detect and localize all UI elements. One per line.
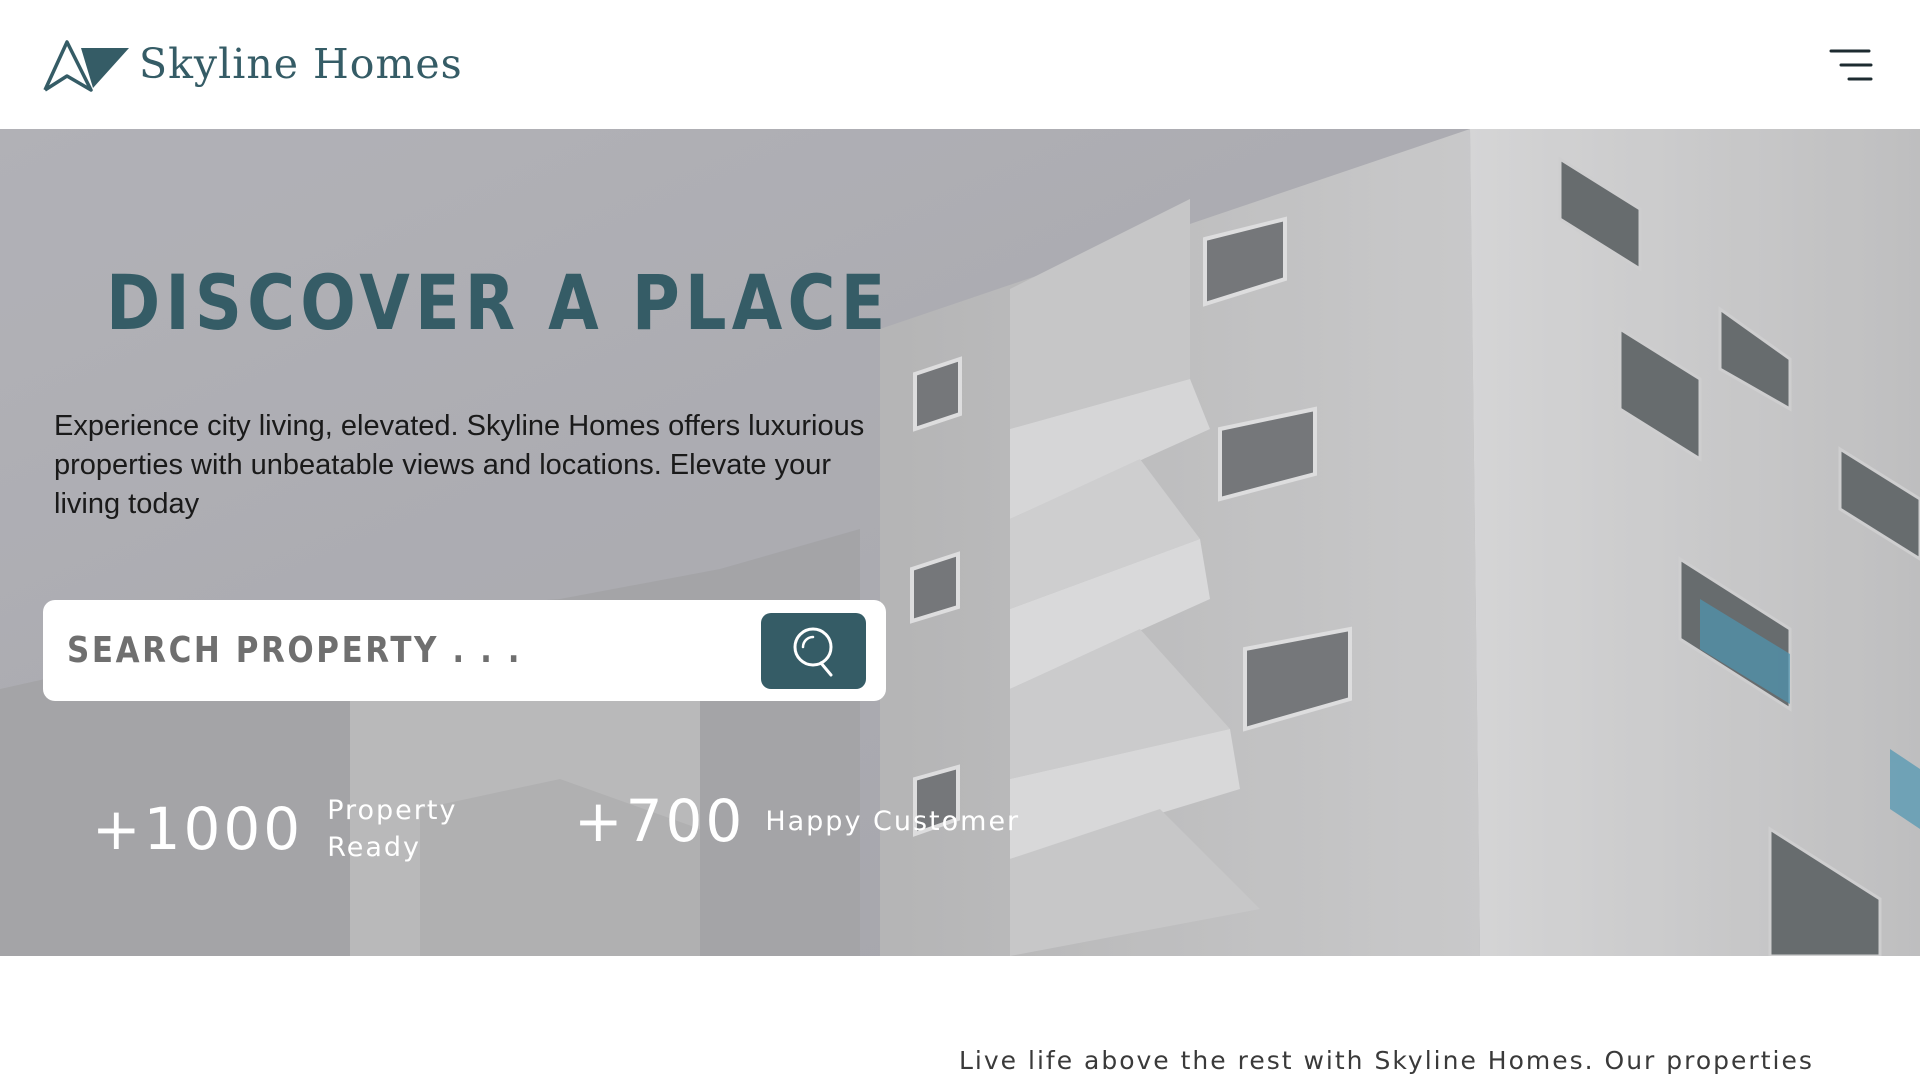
site-header: Skyline Homes [0,0,1920,129]
menu-button[interactable] [1829,48,1873,82]
hero-section: DISCOVER A PLACE Experience city living,… [0,129,1920,956]
stat-happy-customer: +700 Happy Customer [574,792,1020,850]
mountain-peaks-logo-icon [43,39,129,92]
stat-label: Happy Customer [765,805,1021,837]
hero-title: DISCOVER A PLACE [106,258,891,347]
intro-text: Live life above the rest with Skyline Ho… [959,1046,1814,1075]
stat-property-ready: +1000 Property Ready [92,792,477,866]
stat-value: +1000 [92,795,304,863]
stat-value: +700 [574,787,746,855]
search-button[interactable] [761,612,866,689]
hamburger-menu-icon [1829,49,1873,80]
brand-link[interactable]: Skyline Homes [43,38,463,92]
brand-name: Skyline Homes [139,40,463,88]
stat-label: Property Ready [327,795,458,863]
hero-description: Experience city living, elevated. Skylin… [54,410,865,520]
search-icon [793,627,832,676]
property-search-box [43,600,886,701]
search-property-input[interactable] [67,630,664,671]
